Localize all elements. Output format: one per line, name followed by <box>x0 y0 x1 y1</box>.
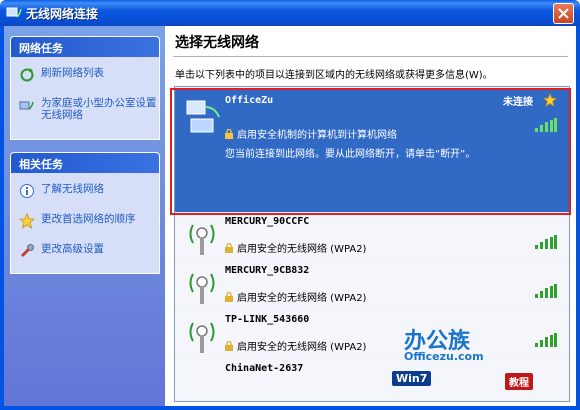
network-name: TP-LINK_543660 <box>225 314 310 325</box>
network-name: MERCURY_9CB832 <box>225 265 310 276</box>
security-text: 启用安全的无线网络 (WPA2) <box>225 338 366 353</box>
wireless-antenna-icon <box>189 273 215 304</box>
wireless-antenna-icon <box>189 224 215 255</box>
lock-icon <box>225 243 233 253</box>
settings-icon <box>21 244 34 257</box>
signal-strength-icon <box>535 333 557 347</box>
task-label: 刷新网络列表 <box>41 67 104 79</box>
close-icon <box>558 8 569 19</box>
task-label: 更改高级设置 <box>41 243 104 255</box>
watermark-site: 教程 <box>505 373 533 390</box>
security-label: 启用安全的无线网络 (WPA2) <box>237 342 367 353</box>
title-bar[interactable]: 无线网络连接 <box>0 0 580 26</box>
wireless-network-icon <box>6 7 22 18</box>
task-label: 更改首选网络的顺序 <box>41 213 136 225</box>
learn-wireless-task[interactable]: 了解无线网络 <box>11 179 159 209</box>
network-name: MERCURY_90CCFC <box>225 216 310 227</box>
watermark-win: Win7 <box>392 371 432 386</box>
task-pane: 网络任务 刷新网络列表 为家庭或小型办公室设置无线网络 相关任务 了解无线网络 … <box>4 26 165 406</box>
signal-strength-icon <box>535 284 557 298</box>
refresh-network-list-task[interactable]: 刷新网络列表 <box>11 63 159 93</box>
wireless-setup-icon <box>19 101 34 110</box>
network-item[interactable]: MERCURY_90CCFC 启用安全的无线网络 (WPA2) <box>175 213 569 261</box>
setup-wireless-network-task[interactable]: 为家庭或小型办公室设置无线网络 <box>11 93 159 133</box>
info-icon <box>20 184 34 198</box>
page-title: 选择无线网络 <box>175 35 259 51</box>
related-tasks-group: 相关任务 了解无线网络 更改首选网络的顺序 更改高级设置 <box>10 152 160 274</box>
star-icon <box>19 213 35 229</box>
task-label: 了解无线网络 <box>41 183 104 195</box>
refresh-icon <box>20 68 34 82</box>
security-text: 启用安全的无线网络 (WPA2) <box>225 240 366 255</box>
advanced-settings-task[interactable]: 更改高级设置 <box>11 239 159 269</box>
wireless-antenna-icon <box>189 322 215 353</box>
network-tasks-group: 网络任务 刷新网络列表 为家庭或小型办公室设置无线网络 <box>10 36 160 140</box>
change-network-order-task[interactable]: 更改首选网络的顺序 <box>11 209 159 239</box>
related-tasks-heading: 相关任务 <box>11 153 159 173</box>
lock-icon <box>225 292 233 302</box>
close-button[interactable] <box>553 3 574 24</box>
security-label: 启用安全的无线网络 (WPA2) <box>237 244 367 255</box>
highlight-box <box>170 88 571 215</box>
network-item[interactable]: TP-LINK_543660 启用安全的无线网络 (WPA2) <box>175 311 569 359</box>
network-name: ChinaNet-2637 <box>225 363 304 374</box>
client-area: 网络任务 刷新网络列表 为家庭或小型办公室设置无线网络 相关任务 了解无线网络 … <box>4 26 576 406</box>
lock-icon <box>225 341 233 351</box>
divider <box>173 56 568 57</box>
network-item[interactable]: MERCURY_9CB832 启用安全的无线网络 (WPA2) <box>175 262 569 310</box>
instructions-text: 单击以下列表中的项目以连接到区域内的无线网络或获得更多信息(W)。 <box>175 70 493 81</box>
security-text: 启用安全的无线网络 (WPA2) <box>225 289 366 304</box>
task-label: 为家庭或小型办公室设置无线网络 <box>41 97 157 121</box>
watermark-url: Officezu.com <box>404 350 484 363</box>
window-title: 无线网络连接 <box>26 7 99 21</box>
security-label: 启用安全的无线网络 (WPA2) <box>237 293 367 304</box>
network-tasks-heading: 网络任务 <box>11 37 159 57</box>
main-panel: 选择无线网络 单击以下列表中的项目以连接到区域内的无线网络或获得更多信息(W)。… <box>165 26 576 406</box>
signal-strength-icon <box>535 235 557 249</box>
